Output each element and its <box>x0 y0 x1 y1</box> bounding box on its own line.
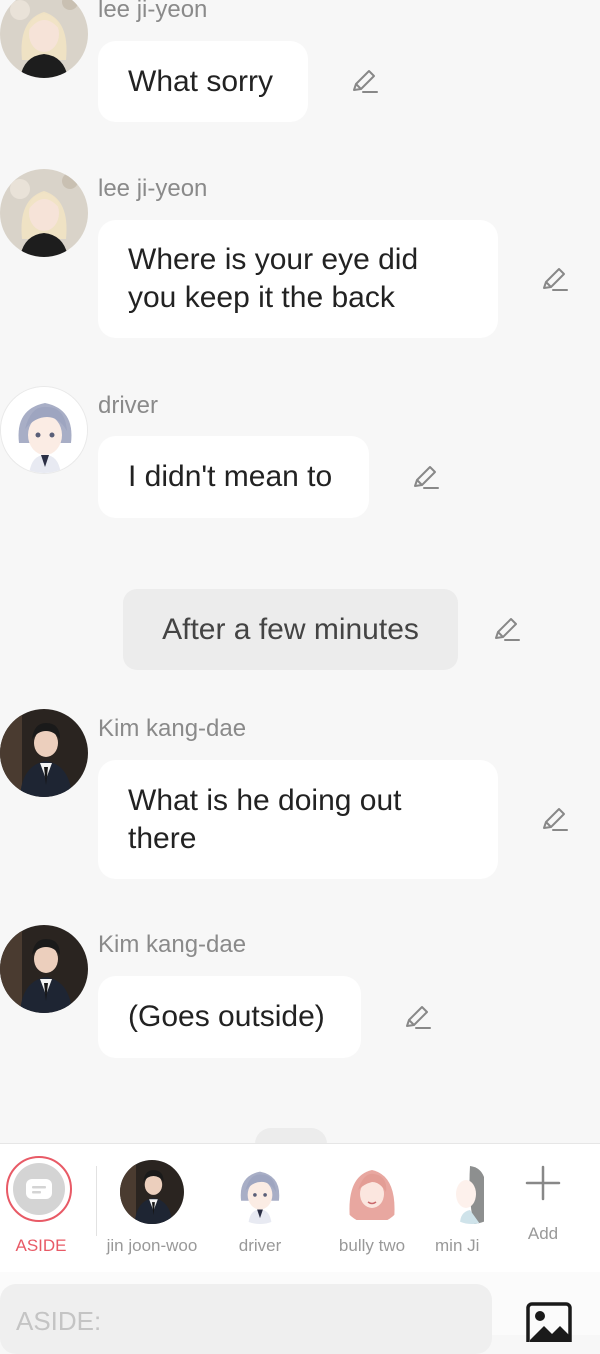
chat-bubble-icon <box>13 1163 65 1215</box>
speaker-name: lee ji-yeon <box>98 0 208 23</box>
edit-icon[interactable] <box>349 66 379 96</box>
edit-icon[interactable] <box>491 614 521 644</box>
message-bubble[interactable]: I didn't mean to <box>98 436 369 518</box>
character-min-ji[interactable]: min Ji <box>432 1144 484 1272</box>
input-area: ASIDE: <box>0 1272 600 1354</box>
message-bubble[interactable]: Where is your eye did you keep it the ba… <box>98 220 498 338</box>
speaker-name: Kim kang-dae <box>98 931 247 958</box>
message-bubble[interactable]: What is he doing out there <box>98 760 498 879</box>
edit-icon[interactable] <box>402 1002 432 1032</box>
character-label: jin joon-woo <box>106 1236 198 1255</box>
avatar <box>440 1160 484 1224</box>
add-label: Add <box>527 1224 559 1243</box>
message-bubble[interactable]: What sorry <box>98 41 308 122</box>
avatar[interactable] <box>0 386 88 474</box>
edit-icon[interactable] <box>410 462 440 492</box>
avatar[interactable] <box>0 169 88 257</box>
speaker-name: driver <box>98 392 159 419</box>
aside-label: ASIDE <box>15 1236 67 1255</box>
character-jin-joon-woo[interactable]: jin joon-woo <box>102 1144 202 1272</box>
divider <box>96 1166 97 1236</box>
speaker-name: Kim kang-dae <box>98 715 247 742</box>
aside-selector[interactable]: ASIDE <box>0 1144 82 1272</box>
avatar <box>228 1160 292 1224</box>
avatar[interactable] <box>0 709 88 797</box>
character-driver[interactable]: driver <box>222 1144 298 1272</box>
character-label: min Ji <box>435 1236 480 1255</box>
character-label: bully two <box>338 1236 406 1255</box>
narration-bubble[interactable]: After a few minutes <box>123 589 458 670</box>
avatar <box>120 1160 184 1224</box>
avatar <box>340 1160 404 1224</box>
edit-icon[interactable] <box>539 804 569 834</box>
avatar[interactable] <box>0 925 88 1013</box>
speaker-name: lee ji-yeon <box>98 175 208 202</box>
character-bully-two[interactable]: bully two <box>324 1144 420 1272</box>
image-icon[interactable] <box>526 1302 572 1342</box>
character-bar: ASIDE jin joon-woo driver bully two min … <box>0 1143 600 1273</box>
aside-ring <box>6 1156 72 1222</box>
avatar[interactable] <box>0 0 88 78</box>
message-input[interactable]: ASIDE: <box>0 1284 492 1354</box>
character-label: driver <box>238 1236 282 1255</box>
edit-icon[interactable] <box>539 264 569 294</box>
plus-icon <box>525 1165 561 1201</box>
message-bubble[interactable]: (Goes outside) <box>98 976 361 1058</box>
add-character-button[interactable]: Add <box>500 1144 586 1272</box>
